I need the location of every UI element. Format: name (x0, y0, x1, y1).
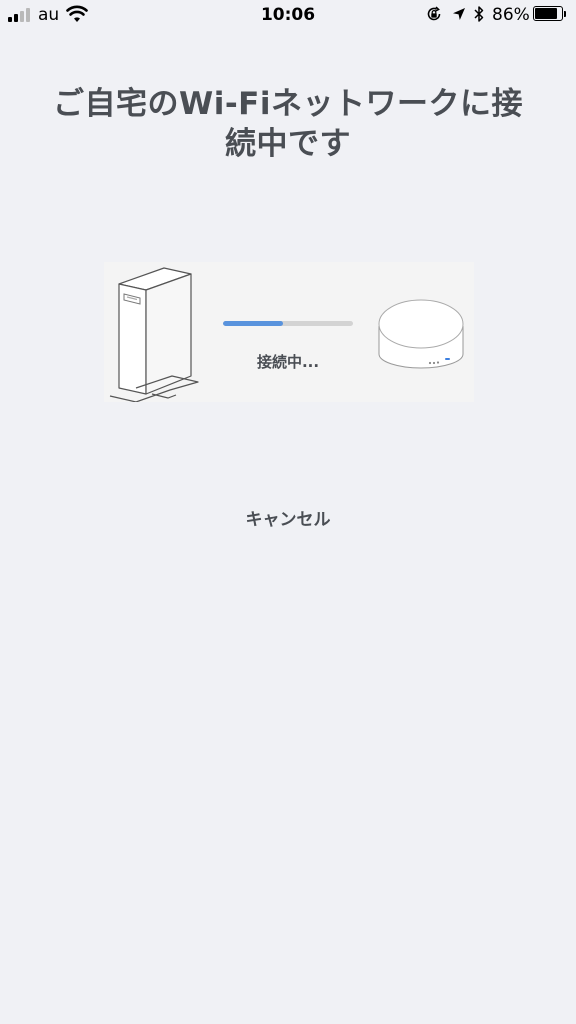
location-icon (453, 8, 465, 20)
cancel-button[interactable]: キャンセル (188, 504, 388, 536)
bluetooth-icon (474, 6, 484, 22)
smart-hub-icon (378, 299, 464, 369)
battery-percentage: 86% (492, 5, 530, 25)
connection-illustration (104, 262, 474, 402)
router-icon (109, 267, 199, 402)
connection-status-text: 接続中... (256, 353, 320, 371)
status-bar: au 10:06 86% (0, 0, 576, 30)
orientation-lock-icon (427, 6, 441, 21)
page-title: ご自宅のWi-Fiネットワークに接続中です (53, 86, 523, 162)
clock: 10:06 (260, 5, 316, 25)
connection-progress-bar (223, 321, 353, 326)
battery-icon (533, 6, 569, 23)
